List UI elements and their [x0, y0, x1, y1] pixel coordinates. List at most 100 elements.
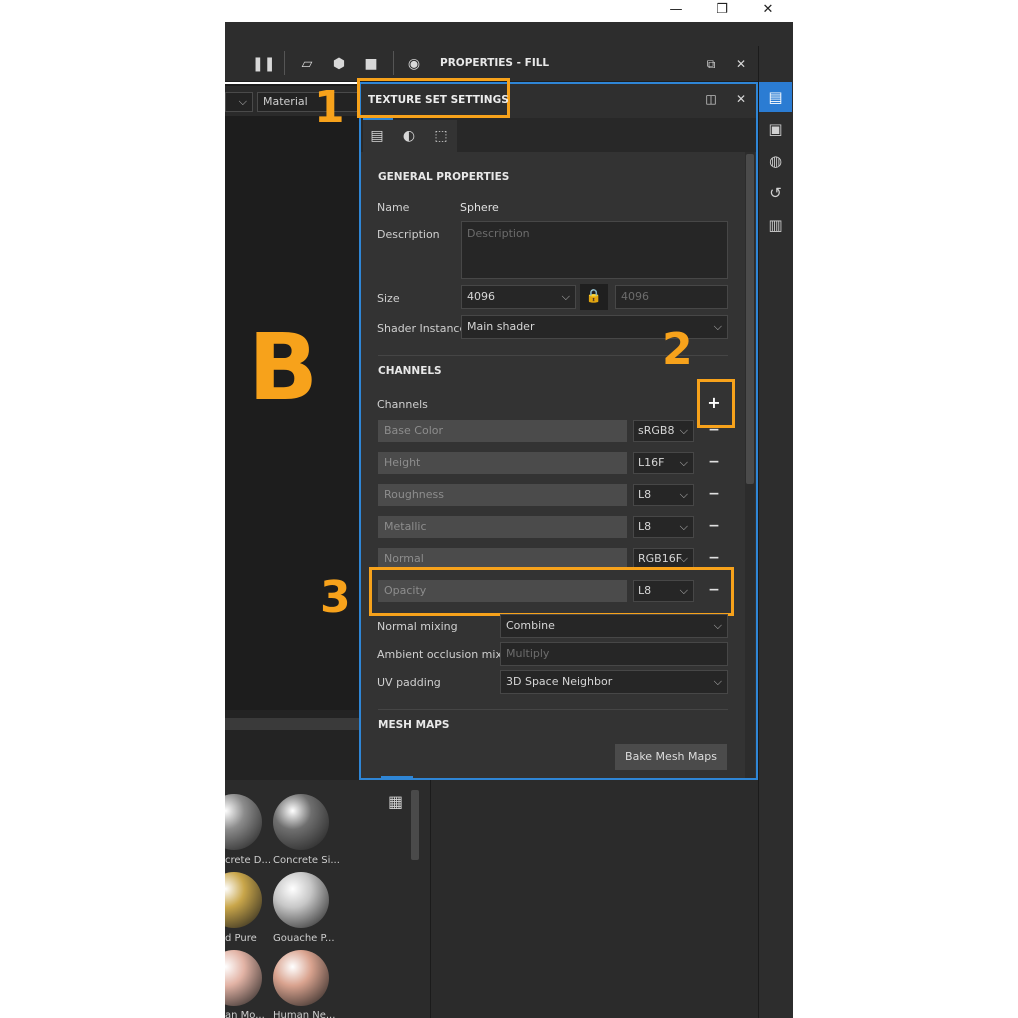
history-icon[interactable]: ↺ [759, 178, 792, 208]
texture-set-settings-icon[interactable]: ▤ [759, 82, 792, 112]
material-label: Gouache P... [273, 933, 335, 944]
chevron-down-icon: ⌵ [679, 424, 688, 437]
add-channel-button[interactable]: + [704, 392, 724, 414]
panel-scrollbar[interactable] [746, 154, 754, 484]
channel-format-value: sRGB8 [638, 424, 675, 437]
channel-name: Base Color [378, 420, 627, 442]
material-label: an Mo... [225, 1010, 265, 1018]
panel-title: TEXTURE SET SETTINGS [368, 94, 509, 106]
display-settings-icon[interactable]: ▣ [759, 114, 792, 144]
material-label: d Pure [225, 933, 257, 944]
normal-mixing-select[interactable]: Combine ⌵ [500, 614, 728, 638]
screenshot-camera-icon[interactable]: ◉ [403, 53, 425, 75]
chevron-down-icon: ⌵ [679, 520, 688, 533]
log-icon[interactable]: ▥ [759, 210, 792, 240]
lower-panel-tab [225, 718, 359, 730]
material-thumbnail[interactable] [273, 950, 329, 1006]
description-field[interactable]: Description [461, 221, 728, 279]
dock-icon[interactable]: ◫ [700, 88, 722, 110]
lock-icon[interactable]: 🔒 [580, 284, 608, 310]
shader-instance-value: Main shader [467, 320, 535, 333]
chevron-down-icon: ⌵ [713, 619, 722, 632]
mesh-maps-heading: MESH MAPS [378, 719, 450, 731]
background-right [793, 0, 1018, 1018]
mesh-maps-tab-indicator [381, 776, 413, 779]
annotation-2: 2 [662, 324, 693, 375]
normal-mixing-value: Combine [506, 619, 555, 632]
size-value: 4096 [467, 290, 495, 303]
tab-mesh-icon[interactable]: ⬚ [430, 126, 452, 146]
chevron-down-icon: ⌵ [679, 456, 688, 469]
active-tab-indicator [363, 118, 393, 120]
ao-mixing-label: Ambient occlusion mixing [377, 648, 519, 661]
restore-icon[interactable]: ❐ [702, 0, 742, 22]
channel-name: Roughness [378, 484, 627, 506]
minimize-icon[interactable]: — [656, 0, 696, 22]
name-label: Name [377, 201, 410, 214]
tab-texture-set-icon[interactable]: ▤ [366, 126, 388, 146]
remove-channel-button[interactable]: − [706, 484, 722, 506]
channel-format-select[interactable]: L16F ⌵ [633, 452, 694, 474]
annotation-1: 1 [314, 82, 345, 133]
popout-icon[interactable]: ⧉ [700, 53, 722, 75]
description-label: Description [377, 228, 440, 241]
shelf-right-panel [430, 780, 758, 1018]
channel-format-select[interactable]: sRGB8 ⌵ [633, 420, 694, 442]
remove-channel-button[interactable]: − [706, 516, 722, 538]
channel-format-value: L8 [638, 520, 652, 533]
description-placeholder: Description [467, 227, 530, 240]
uv-padding-select[interactable]: 3D Space Neighbor ⌵ [500, 670, 728, 694]
size-linked-field[interactable]: 4096 [615, 285, 728, 309]
uv-padding-label: UV padding [377, 676, 441, 689]
channel-format-value: L8 [638, 584, 652, 597]
channel-format-select[interactable]: L8 ⌵ [633, 516, 694, 538]
properties-title: PROPERTIES - FILL [440, 57, 550, 69]
toolbar-separator [284, 51, 285, 75]
name-value[interactable]: Sphere [460, 201, 499, 214]
remove-channel-button[interactable]: − [706, 580, 722, 602]
chevron-down-icon: ⌵ [713, 320, 722, 333]
uv-padding-value: 3D Space Neighbor [506, 675, 613, 688]
render-mode-icon[interactable]: ⬢ [328, 53, 350, 75]
channel-format-value: RGB16F [638, 552, 683, 565]
general-properties-heading: GENERAL PROPERTIES [378, 171, 510, 183]
chevron-down-icon: ⌵ [238, 95, 247, 108]
channel-name: Metallic [378, 516, 627, 538]
size-label: Size [377, 292, 400, 305]
chevron-down-icon: ⌵ [679, 552, 688, 565]
channels-heading: CHANNELS [378, 365, 442, 377]
channel-format-value: L16F [638, 456, 665, 469]
menu-strip [225, 22, 793, 46]
channel-name: Opacity [378, 580, 627, 602]
remove-channel-button[interactable]: − [706, 452, 722, 474]
crop-mask [0, 780, 225, 1018]
tab-material-icon[interactable]: ◐ [398, 126, 420, 146]
chevron-down-icon: ⌵ [561, 290, 570, 303]
chevron-down-icon: ⌵ [679, 584, 688, 597]
material-label: Human Ne... [273, 1010, 336, 1018]
material-label: crete D... [225, 855, 272, 866]
viewport-dropdown[interactable]: ⌵ [225, 92, 253, 112]
material-thumbnail[interactable] [273, 794, 329, 850]
grid-view-icon[interactable]: ▦ [388, 793, 406, 811]
bake-mesh-maps-button[interactable]: Bake Mesh Maps [615, 744, 727, 770]
pause-icon[interactable]: ❚❚ [252, 53, 275, 75]
size-select[interactable]: 4096 ⌵ [461, 285, 576, 309]
camera-projection-icon[interactable]: ▱ [296, 53, 318, 75]
chevron-down-icon: ⌵ [713, 675, 722, 688]
ao-mixing-value: Multiply [506, 647, 550, 660]
close-window-icon[interactable]: ✕ [748, 0, 788, 22]
material-thumbnail[interactable] [273, 872, 329, 928]
shader-settings-icon[interactable]: ◍ [759, 146, 792, 176]
remove-channel-button[interactable]: − [706, 420, 722, 442]
channel-format-select[interactable]: L8 ⌵ [633, 580, 694, 602]
channel-format-select[interactable]: L8 ⌵ [633, 484, 694, 506]
section-divider [378, 709, 728, 710]
close-properties-icon[interactable]: ✕ [730, 53, 752, 75]
close-panel-icon[interactable]: ✕ [730, 88, 752, 110]
size-linked-value: 4096 [621, 290, 649, 303]
shelf-scrollbar[interactable] [411, 790, 419, 860]
annotation-3: 3 [320, 572, 351, 623]
video-camera-icon[interactable]: ■ [360, 53, 382, 75]
material-select-value: Material [263, 95, 308, 108]
